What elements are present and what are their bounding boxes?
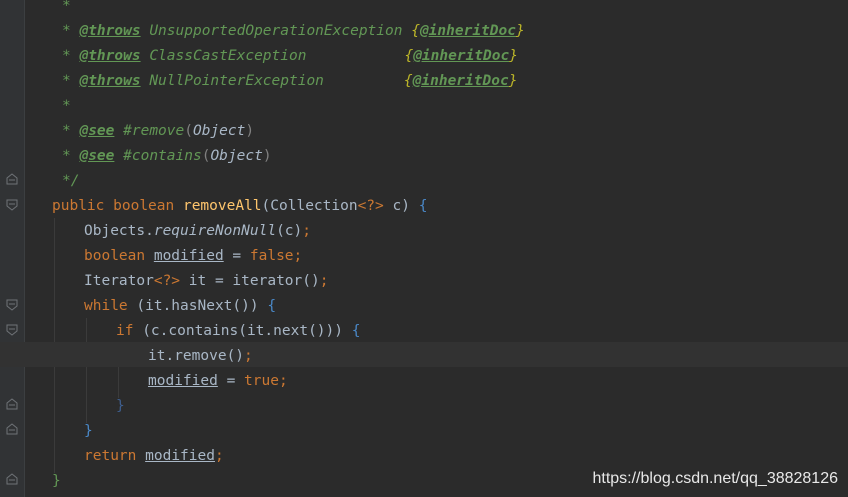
code-line: boolean modified = false; <box>84 248 303 264</box>
code-line: * @see #contains(Object) <box>62 148 272 164</box>
code-line: * @throws NullPointerException {@inheritD… <box>62 73 518 89</box>
code-line: * <box>62 0 71 14</box>
watermark: https://blog.csdn.net/qq_38828126 <box>592 470 838 487</box>
javadoc-throws-tag: @throws <box>79 23 141 39</box>
indent-guide <box>86 318 87 423</box>
code-area[interactable]: * * @throws UnsupportedOperationExceptio… <box>0 0 848 497</box>
code-line: while (it.hasNext()) { <box>84 298 277 314</box>
code-line: } <box>52 473 61 489</box>
code-line: } <box>116 398 125 414</box>
code-line: Iterator<?> it = iterator(); <box>84 273 329 289</box>
code-line: Objects.requireNonNull(c); <box>84 223 311 239</box>
javadoc-throws-tag: @throws <box>79 73 141 89</box>
code-line: modified = true; <box>148 373 288 389</box>
code-line: * <box>62 98 71 114</box>
code-line: it.remove(); <box>148 348 253 364</box>
code-line: } <box>84 423 93 439</box>
method-name: removeAll <box>182 198 262 214</box>
current-line-highlight <box>0 342 848 367</box>
code-line: * @see #remove(Object) <box>62 123 255 139</box>
code-editor[interactable]: * * @throws UnsupportedOperationExceptio… <box>0 0 848 497</box>
code-line: if (c.contains(it.next())) { <box>116 323 361 339</box>
code-line: * @throws ClassCastException {@inheritDoc… <box>62 48 518 64</box>
code-line: * @throws UnsupportedOperationException … <box>62 23 525 39</box>
javadoc-see-tag: @see <box>79 123 115 139</box>
javadoc-throws-tag: @throws <box>79 48 141 64</box>
code-line: return modified; <box>84 448 224 464</box>
javadoc-see-tag: @see <box>79 148 115 164</box>
code-line: */ <box>62 173 80 189</box>
method-signature: public boolean removeAll(Collection<?> c… <box>52 198 428 214</box>
